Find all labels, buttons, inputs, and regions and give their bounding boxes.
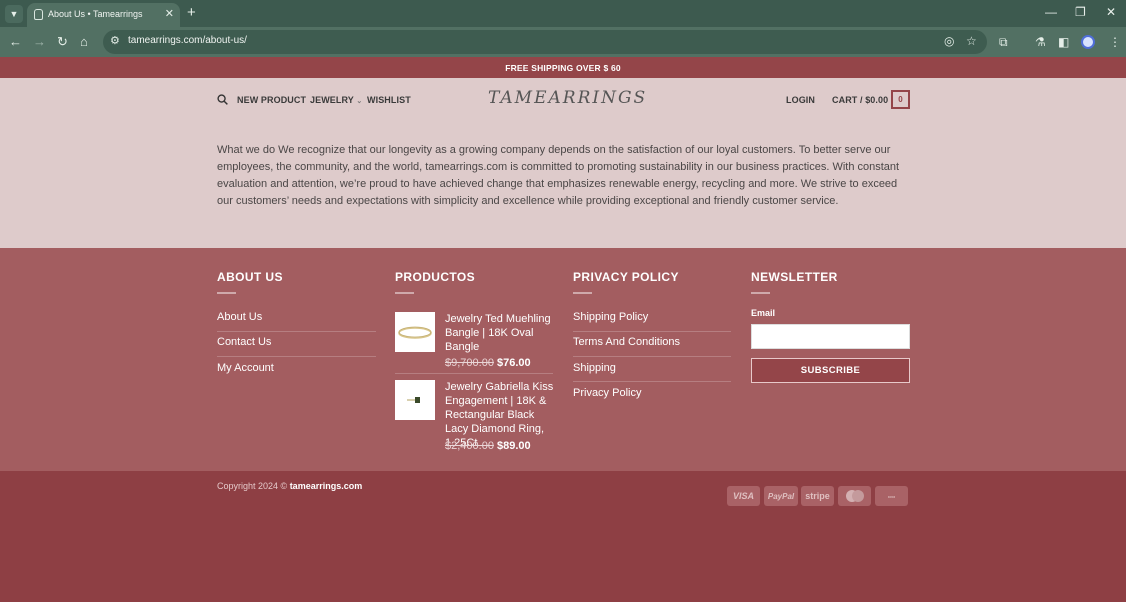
side-panel-icon[interactable]: ◧ [1058, 34, 1069, 50]
footer-link-about-us[interactable]: About Us [217, 311, 262, 323]
email-label: Email [751, 308, 776, 318]
cart-count-icon[interactable]: 0 [891, 90, 910, 109]
product-old-price: $2,400.00 [445, 440, 494, 452]
footer-link-my-account[interactable]: My Account [217, 362, 274, 374]
mastercard-circles-icon [845, 490, 864, 502]
tab-favicon-icon [34, 9, 43, 20]
main-content: What we do We recognize that our longevi… [0, 122, 1126, 248]
product-title[interactable]: Jewelry Ted Muehling Bangle | 18K Oval B… [445, 312, 557, 354]
eye-off-icon[interactable]: ◎ [944, 34, 954, 48]
footer-link-terms[interactable]: Terms And Conditions [573, 336, 680, 348]
tab-search-icon[interactable]: ▼ [5, 5, 23, 23]
footer-products-title: PRODUCTOS [395, 270, 476, 284]
footer-link-privacy-policy[interactable]: Privacy Policy [573, 387, 641, 399]
nav-new-product[interactable]: NEW PRODUCT [237, 95, 306, 105]
product-image-bangle[interactable] [395, 312, 435, 352]
minimize-icon[interactable]: — [1045, 5, 1057, 19]
home-icon[interactable]: ⌂ [80, 33, 88, 51]
site-header: NEW PRODUCT JEWELRY ⌄ WISHLIST TAMEARRIN… [0, 78, 1126, 122]
footer-link-shipping[interactable]: Shipping [573, 362, 616, 374]
visa-icon: VISA [727, 486, 760, 506]
cash-on-delivery-icon: ▭▭ [875, 486, 908, 506]
labs-flask-icon[interactable]: ⚗ [1035, 34, 1046, 50]
divider [573, 331, 731, 332]
cart-link[interactable]: CART / $0.00 [832, 95, 888, 105]
footer-privacy-title: PRIVACY POLICY [573, 270, 679, 284]
site-info-icon[interactable]: ⚙ [110, 34, 120, 47]
ring-icon [407, 397, 420, 403]
newsletter-email-input[interactable] [751, 324, 910, 349]
about-intro-text: What we do We recognize that our longevi… [217, 144, 900, 207]
tab-close-icon[interactable]: ✕ [165, 7, 174, 21]
menu-kebab-icon[interactable]: ⋮ [1109, 34, 1121, 50]
mastercard-icon [838, 486, 871, 506]
copyright-site-link[interactable]: tamearrings.com [290, 481, 363, 491]
promo-bar: FREE SHIPPING OVER $ 60 [0, 57, 1126, 78]
site-footer: ABOUT US About Us Contact Us My Account … [0, 248, 1126, 471]
footer-link-shipping-policy[interactable]: Shipping Policy [573, 311, 648, 323]
window-close-icon[interactable]: ✕ [1106, 5, 1116, 19]
nav-wishlist[interactable]: WISHLIST [367, 95, 411, 105]
product-old-price: $9,700.00 [445, 357, 494, 369]
footer-newsletter-title: NEWSLETTER [751, 270, 838, 284]
restore-icon[interactable]: ❐ [1075, 5, 1086, 19]
search-icon[interactable] [217, 94, 228, 105]
profile-avatar-icon[interactable] [1081, 35, 1095, 49]
divider [217, 292, 236, 294]
new-tab-icon[interactable]: + [187, 4, 196, 22]
chevron-down-icon: ⌄ [356, 98, 363, 105]
browser-tab-active[interactable]: About Us • Tamearrings ✕ [27, 3, 180, 27]
divider [217, 331, 376, 332]
divider [395, 292, 414, 294]
product-price: $76.00 [497, 357, 531, 369]
divider [573, 356, 731, 357]
divider [573, 381, 731, 382]
divider [573, 292, 592, 294]
extensions-icon[interactable]: ⧉ [999, 34, 1008, 50]
browser-toolbar: ← → ↻ ⌂ ⚙ tamearrings.com/about-us/ ◎ ☆ … [0, 27, 1126, 57]
product-price: $89.00 [497, 440, 531, 452]
login-link[interactable]: LOGIN [786, 95, 815, 105]
footer-bottom-bar: Copyright 2024 © tamearrings.com VISA Pa… [0, 471, 1126, 602]
divider [395, 373, 553, 374]
site-logo[interactable]: TAMEARRINGS [488, 88, 647, 108]
subscribe-button[interactable]: SUBSCRIBE [751, 358, 910, 383]
back-icon[interactable]: ← [9, 33, 22, 51]
nav-jewelry-label: JEWELRY [310, 95, 354, 105]
tab-title: About Us • Tamearrings [48, 9, 143, 19]
copyright-prefix: Copyright 2024 © [217, 481, 288, 491]
stripe-icon: stripe [801, 486, 834, 506]
divider [751, 292, 770, 294]
browser-tab-bar: ▼ About Us • Tamearrings ✕ + — ❐ ✕ [0, 0, 1126, 27]
copyright-text: Copyright 2024 © tamearrings.com [217, 481, 362, 491]
footer-link-contact-us[interactable]: Contact Us [217, 336, 271, 348]
forward-icon[interactable]: → [33, 33, 46, 51]
product-image-ring[interactable] [395, 380, 435, 420]
footer-about-title: ABOUT US [217, 270, 283, 284]
nav-jewelry[interactable]: JEWELRY ⌄ [310, 95, 362, 105]
bookmark-star-icon[interactable]: ☆ [966, 34, 977, 48]
cod-glyph: ▭▭ [887, 493, 896, 499]
promo-text: FREE SHIPPING OVER $ 60 [505, 62, 621, 73]
reload-icon[interactable]: ↻ [57, 33, 68, 51]
divider [217, 356, 376, 357]
url-text: tamearrings.com/about-us/ [128, 35, 247, 46]
paypal-icon: PayPal [764, 486, 798, 506]
bangle-icon [398, 326, 432, 339]
address-bar[interactable]: ⚙ tamearrings.com/about-us/ ◎ ☆ [103, 30, 987, 54]
